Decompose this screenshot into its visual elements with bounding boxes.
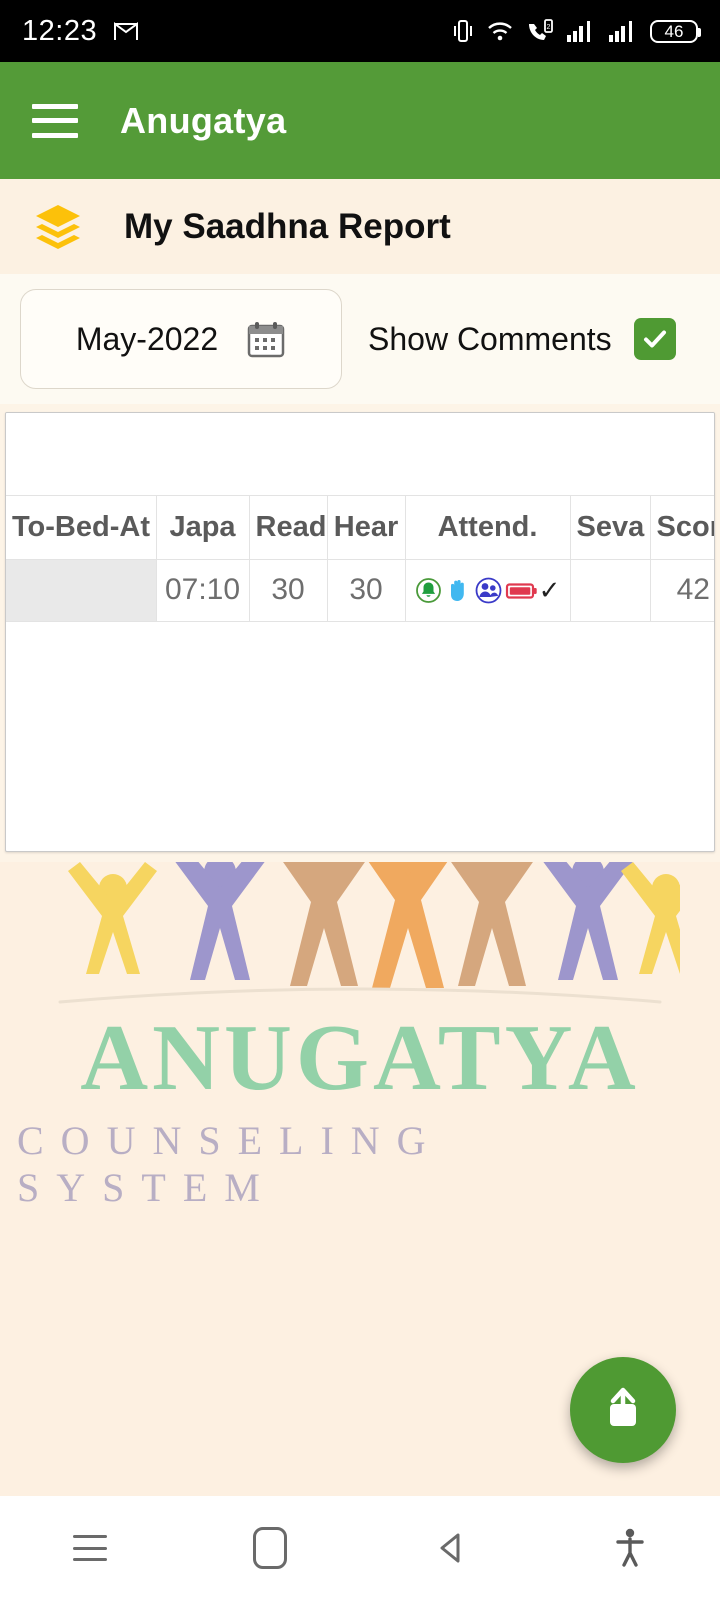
column-header-attend[interactable]: Attend. (405, 496, 571, 560)
show-comments-toggle[interactable]: Show Comments (368, 318, 676, 360)
hamburger-menu-icon[interactable] (32, 103, 78, 138)
column-header-seva[interactable]: Seva (570, 496, 651, 560)
cell-read: 30 (249, 559, 328, 622)
signal-bars-sim2-icon (608, 19, 638, 43)
table-row[interactable]: 07:10 30 30 ✓ 42 (6, 559, 714, 622)
battery-indicator: 46 (650, 19, 701, 43)
back-icon[interactable] (360, 1529, 540, 1567)
calendar-icon[interactable] (246, 319, 286, 359)
accessibility-icon[interactable] (540, 1527, 720, 1569)
status-bar-right: 2 46 (452, 18, 701, 44)
cell-score: 42 (650, 559, 714, 622)
battery-red-icon (505, 577, 537, 604)
wifi-icon (486, 19, 514, 43)
saadhna-report-table: To-Bed-At Japa Read Hear Attend. Seva Sc… (6, 496, 714, 622)
cell-seva (570, 559, 651, 622)
column-header-japa[interactable]: Japa (156, 496, 250, 560)
signal-bars-sim1-icon (566, 19, 596, 43)
status-bar-clock: 12:23 (22, 14, 98, 47)
month-picker[interactable]: May-2022 (20, 289, 342, 389)
show-comments-label: Show Comments (368, 320, 612, 357)
filter-bar: May-2022 Show Comments (0, 274, 720, 404)
call-wifi-icon: 2 (526, 18, 554, 44)
column-header-score[interactable]: Score (650, 496, 714, 560)
people-figures-logo-icon (40, 862, 710, 1015)
attendance-check-icon: ✓ (538, 575, 561, 605)
cell-japa: 07:10 (156, 559, 250, 622)
layers-stack-icon (30, 199, 86, 255)
svg-text:2: 2 (547, 24, 551, 31)
table-top-blank-row (6, 413, 714, 496)
app-title: Anugatya (120, 99, 287, 141)
column-header-to-bed-at[interactable]: To-Bed-At (6, 496, 157, 560)
report-table-card: To-Bed-At Japa Read Hear Attend. Seva Sc… (5, 412, 715, 852)
page-header: My Saadhna Report (0, 179, 720, 274)
status-bar-left: 12:23 (22, 15, 139, 48)
raised-hand-icon (445, 577, 472, 604)
watermark-brand: ANUGATYA (80, 1006, 640, 1110)
watermark-tagline: COUNSELING SYSTEM (17, 1118, 443, 1210)
table-header-row: To-Bed-At Japa Read Hear Attend. Seva Sc… (6, 496, 714, 560)
gmail-icon (113, 20, 139, 42)
attendance-icon-group: ✓ (406, 577, 570, 604)
app-bar: Anugatya (0, 62, 720, 179)
cell-hear: 30 (327, 559, 406, 622)
home-icon[interactable] (180, 1527, 360, 1569)
share-upload-icon (597, 1382, 649, 1439)
people-group-icon (475, 577, 502, 604)
vibrate-icon (452, 18, 474, 44)
recents-icon[interactable] (0, 1535, 180, 1561)
cell-to-bed-at (6, 559, 157, 622)
status-bar: 12:23 2 46 (0, 0, 720, 62)
android-navigation-bar (0, 1496, 720, 1600)
column-header-read[interactable]: Read (249, 496, 328, 560)
share-fab-button[interactable] (570, 1357, 676, 1463)
page-title: My Saadhna Report (124, 206, 451, 246)
show-comments-checkbox[interactable] (633, 318, 676, 360)
column-header-hear[interactable]: Hear (327, 496, 406, 560)
bell-icon (415, 577, 442, 604)
month-picker-value: May-2022 (75, 320, 219, 357)
cell-attend: ✓ (405, 559, 571, 622)
